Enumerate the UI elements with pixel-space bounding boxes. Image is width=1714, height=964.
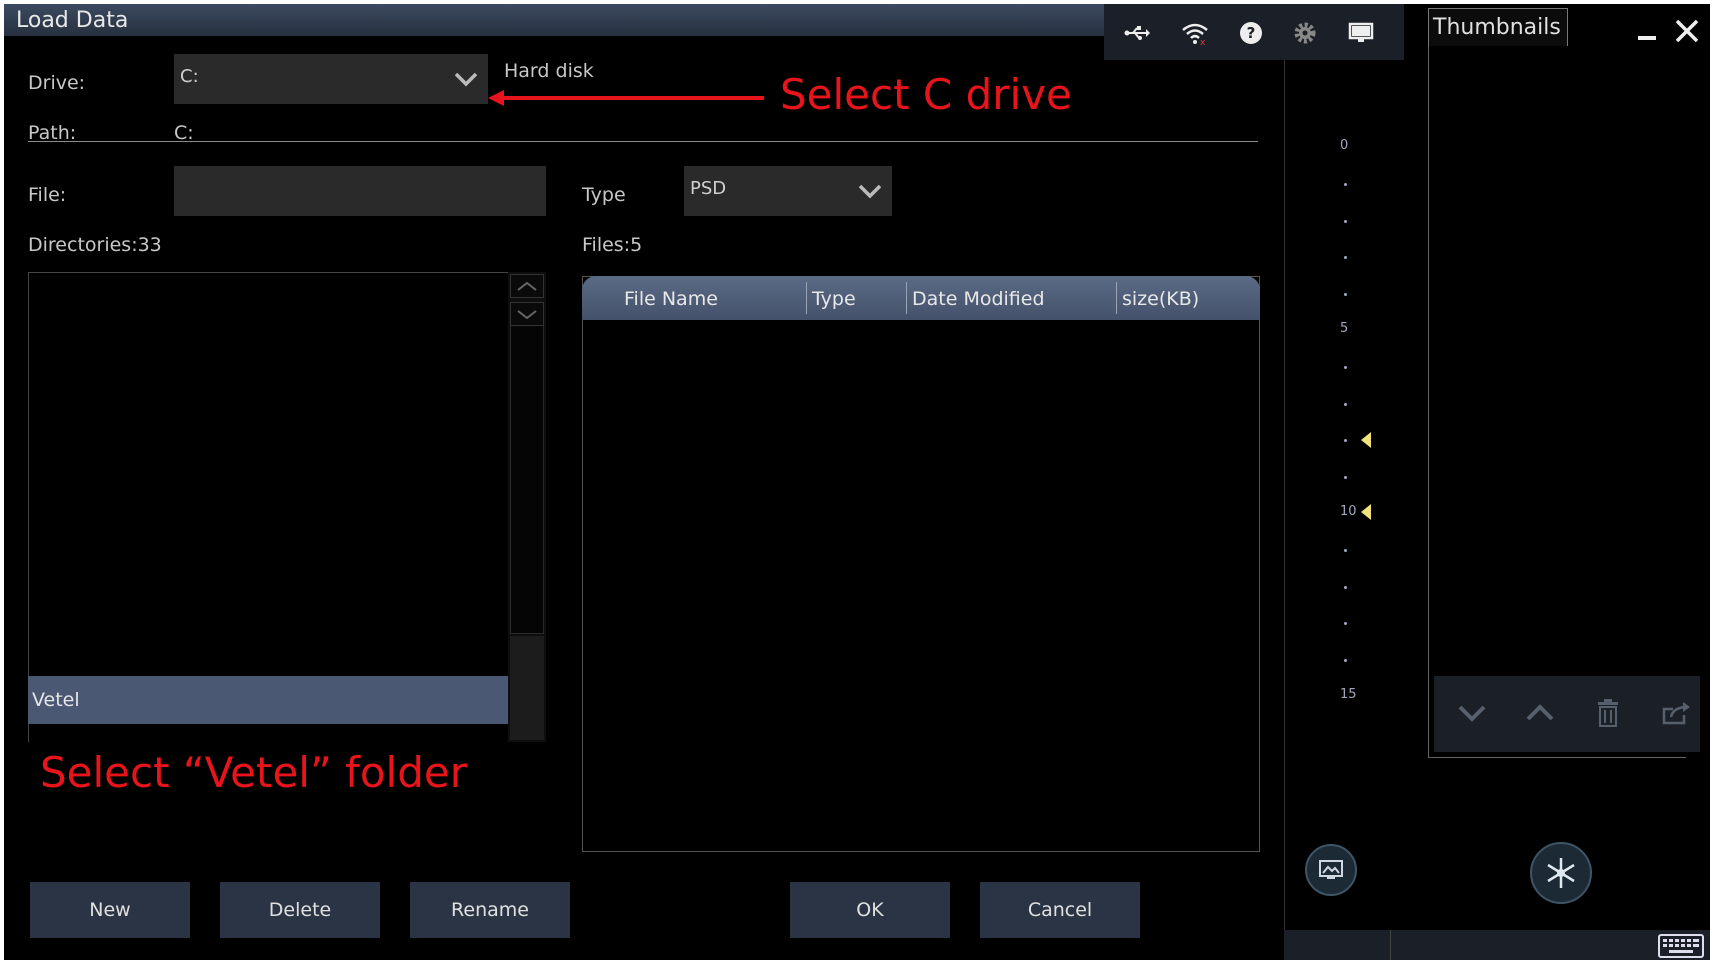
- delete-button[interactable]: Delete: [220, 882, 380, 938]
- type-label: Type: [582, 184, 626, 206]
- chevron-down-icon[interactable]: [1454, 698, 1490, 728]
- column-type[interactable]: Type: [812, 288, 856, 310]
- file-label: File:: [28, 184, 67, 206]
- directory-item-selected[interactable]: Vetel: [28, 676, 508, 724]
- depth-scale-panel: 0 5 10 15: [1284, 60, 1424, 960]
- screen: Load Data x ? Drive: C: Hard disk Select…: [4, 4, 1710, 960]
- thumbnails-panel: Thumbnails: [1424, 4, 1710, 960]
- svg-text:?: ?: [1247, 24, 1256, 42]
- export-icon[interactable]: [1658, 698, 1694, 728]
- directory-list[interactable]: [28, 272, 508, 742]
- column-size[interactable]: size(KB): [1122, 288, 1199, 310]
- minimize-icon[interactable]: [1636, 22, 1658, 46]
- annotation-folder: Select “Vetel” folder: [40, 748, 467, 797]
- keyboard-icon[interactable]: [1658, 934, 1704, 960]
- column-separator: [906, 282, 907, 314]
- files-count: Files:5: [582, 234, 643, 256]
- chevron-up-icon[interactable]: [1522, 698, 1558, 728]
- column-separator: [1116, 282, 1117, 314]
- scroll-up-button[interactable]: [510, 274, 544, 298]
- column-file-name[interactable]: File Name: [624, 288, 718, 310]
- scroll-thumb[interactable]: [510, 304, 544, 634]
- svg-text:x: x: [1200, 38, 1206, 45]
- title-bar: Load Data: [4, 4, 1104, 36]
- scale-tick-label: 5: [1340, 321, 1349, 336]
- annotation-arrow: [488, 90, 764, 106]
- close-icon[interactable]: [1674, 18, 1700, 48]
- chevron-down-icon: [856, 176, 884, 208]
- drive-label: Drive:: [28, 72, 86, 94]
- gear-icon[interactable]: [1290, 18, 1320, 48]
- focus-marker-icon[interactable]: [1361, 432, 1373, 448]
- freeze-button[interactable]: [1530, 842, 1592, 904]
- annotation-drive: Select C drive: [780, 70, 1072, 119]
- type-value: PSD: [690, 178, 727, 199]
- new-button[interactable]: New: [30, 882, 190, 938]
- scroll-down-button[interactable]: [510, 302, 544, 326]
- bottom-status-bar: [1284, 930, 1710, 960]
- scale-tick-label: 0: [1340, 138, 1349, 153]
- monitor-icon[interactable]: [1346, 18, 1376, 48]
- focus-marker-icon[interactable]: [1361, 504, 1373, 520]
- trash-icon[interactable]: [1590, 698, 1626, 728]
- drive-dropdown[interactable]: C:: [174, 54, 488, 104]
- status-bar: x ?: [1104, 4, 1404, 60]
- column-date-modified[interactable]: Date Modified: [912, 288, 1045, 310]
- type-dropdown[interactable]: PSD: [684, 166, 892, 216]
- usb-icon[interactable]: [1122, 18, 1152, 48]
- scale-tick-label: 15: [1340, 687, 1357, 702]
- thumbnails-title: Thumbnails: [1433, 15, 1561, 40]
- file-table-header: File Name Type Date Modified size(KB): [582, 276, 1260, 320]
- path-underline: [28, 141, 1258, 142]
- file-name-input[interactable]: [174, 166, 546, 216]
- help-icon[interactable]: ?: [1236, 18, 1266, 48]
- thumbnail-toolbar: [1434, 676, 1700, 752]
- tab-thumbnails[interactable]: Thumbnails: [1428, 8, 1568, 46]
- column-separator: [806, 282, 807, 314]
- file-table[interactable]: [582, 276, 1260, 852]
- chevron-down-icon: [452, 64, 480, 96]
- scale-tick-label: 10: [1340, 504, 1357, 519]
- drive-description: Hard disk: [504, 60, 594, 82]
- image-button[interactable]: [1305, 844, 1357, 896]
- rename-button[interactable]: Rename: [410, 882, 570, 938]
- window-title: Load Data: [16, 8, 129, 33]
- thumbnails-area: [1428, 46, 1686, 758]
- cancel-button[interactable]: Cancel: [980, 882, 1140, 938]
- wifi-icon[interactable]: x: [1180, 18, 1210, 48]
- scroll-track-lower[interactable]: [510, 636, 544, 740]
- directories-count: Directories:33: [28, 234, 162, 256]
- directory-item-label: Vetel: [32, 689, 80, 711]
- drive-value: C:: [180, 66, 199, 87]
- ok-button[interactable]: OK: [790, 882, 950, 938]
